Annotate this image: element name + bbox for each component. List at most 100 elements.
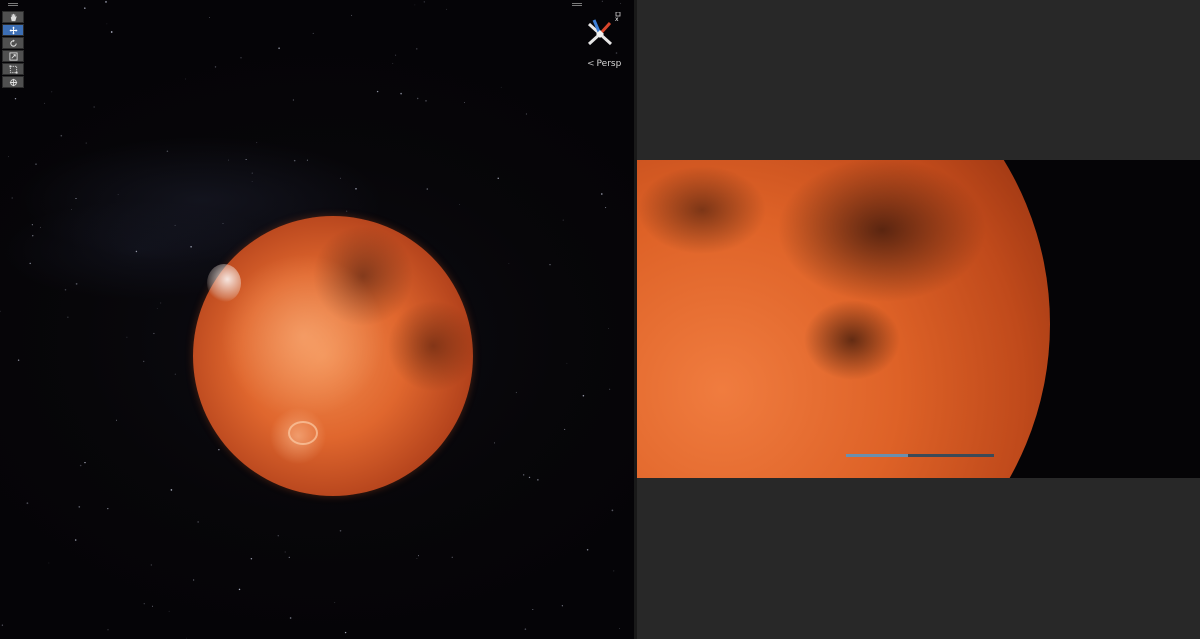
star	[508, 262, 510, 264]
star	[78, 506, 81, 508]
rotate-tool-button[interactable]	[2, 37, 24, 49]
star	[238, 588, 241, 591]
star	[170, 489, 173, 491]
star	[425, 100, 427, 102]
tool-strip	[2, 11, 24, 88]
star	[197, 521, 199, 523]
star	[500, 86, 502, 88]
star	[0, 310, 1, 312]
orientation-gizmo-icon[interactable]: x	[580, 12, 622, 52]
star	[107, 629, 109, 631]
star	[423, 1, 425, 3]
star	[395, 54, 397, 56]
star	[562, 219, 564, 221]
camera-projection-toggle[interactable]: < Persp	[587, 59, 621, 69]
move-arrows-icon	[8, 25, 18, 35]
star	[306, 159, 308, 161]
star	[605, 207, 607, 209]
game-view[interactable]	[637, 0, 1200, 639]
star	[93, 106, 95, 108]
star	[339, 177, 341, 179]
star	[143, 360, 145, 363]
star	[17, 359, 20, 361]
polar-cap	[207, 264, 241, 302]
star	[334, 602, 336, 603]
star	[459, 204, 460, 205]
star	[278, 47, 280, 50]
star	[586, 549, 589, 551]
star	[289, 617, 292, 619]
star	[601, 0, 603, 2]
star	[613, 570, 615, 572]
scene-tab-drag-handle[interactable]	[8, 3, 18, 6]
star	[174, 224, 176, 226]
star	[214, 66, 217, 68]
star	[344, 631, 347, 634]
star	[537, 479, 539, 481]
star	[426, 188, 429, 190]
star	[44, 102, 46, 104]
scale-tool-button[interactable]	[2, 50, 24, 62]
star	[284, 551, 286, 553]
star	[51, 91, 53, 93]
rect-tool-button[interactable]	[2, 63, 24, 75]
star	[168, 610, 170, 612]
star	[446, 8, 448, 10]
scale-icon	[8, 51, 18, 61]
star	[150, 564, 152, 566]
scene-view[interactable]: x < Persp	[0, 0, 634, 639]
star	[451, 556, 453, 558]
star	[251, 181, 253, 182]
star	[600, 193, 603, 195]
star	[105, 1, 107, 3]
star	[186, 637, 188, 639]
star	[620, 2, 622, 4]
star	[611, 509, 614, 512]
star	[75, 283, 78, 285]
mars-planet[interactable]	[193, 216, 473, 496]
star	[615, 52, 618, 54]
star	[227, 159, 229, 161]
star	[250, 557, 253, 560]
star	[416, 48, 418, 50]
star	[416, 97, 419, 100]
star	[376, 90, 379, 93]
star	[293, 159, 296, 162]
star	[74, 539, 77, 541]
star	[166, 150, 169, 153]
star	[106, 23, 108, 25]
star	[35, 163, 37, 165]
crater	[288, 421, 318, 445]
star	[292, 99, 294, 101]
star	[609, 388, 611, 390]
star	[1, 624, 4, 626]
star	[75, 197, 77, 200]
mars-planet-closeup	[637, 160, 1050, 478]
move-tool-button[interactable]	[2, 24, 24, 36]
star	[549, 264, 551, 266]
star	[346, 210, 348, 212]
star	[312, 32, 314, 34]
star	[107, 507, 109, 510]
star	[277, 535, 279, 537]
scene-overlay-drag-handle[interactable]	[572, 3, 582, 6]
star	[85, 142, 87, 144]
star	[564, 428, 566, 430]
star	[414, 4, 416, 6]
star	[67, 316, 69, 318]
star	[524, 628, 527, 630]
star	[152, 605, 153, 607]
star	[528, 476, 531, 479]
star	[532, 608, 534, 611]
star	[525, 113, 527, 115]
star	[26, 502, 29, 505]
hand-icon	[10, 13, 17, 21]
transform-tool-button[interactable]	[2, 76, 24, 88]
star	[126, 336, 128, 338]
svg-text:x: x	[615, 16, 619, 23]
star	[566, 362, 568, 364]
star	[339, 529, 342, 532]
hand-tool-button[interactable]	[2, 11, 24, 23]
camera-mode-label: Persp	[596, 59, 622, 69]
star	[418, 555, 420, 557]
